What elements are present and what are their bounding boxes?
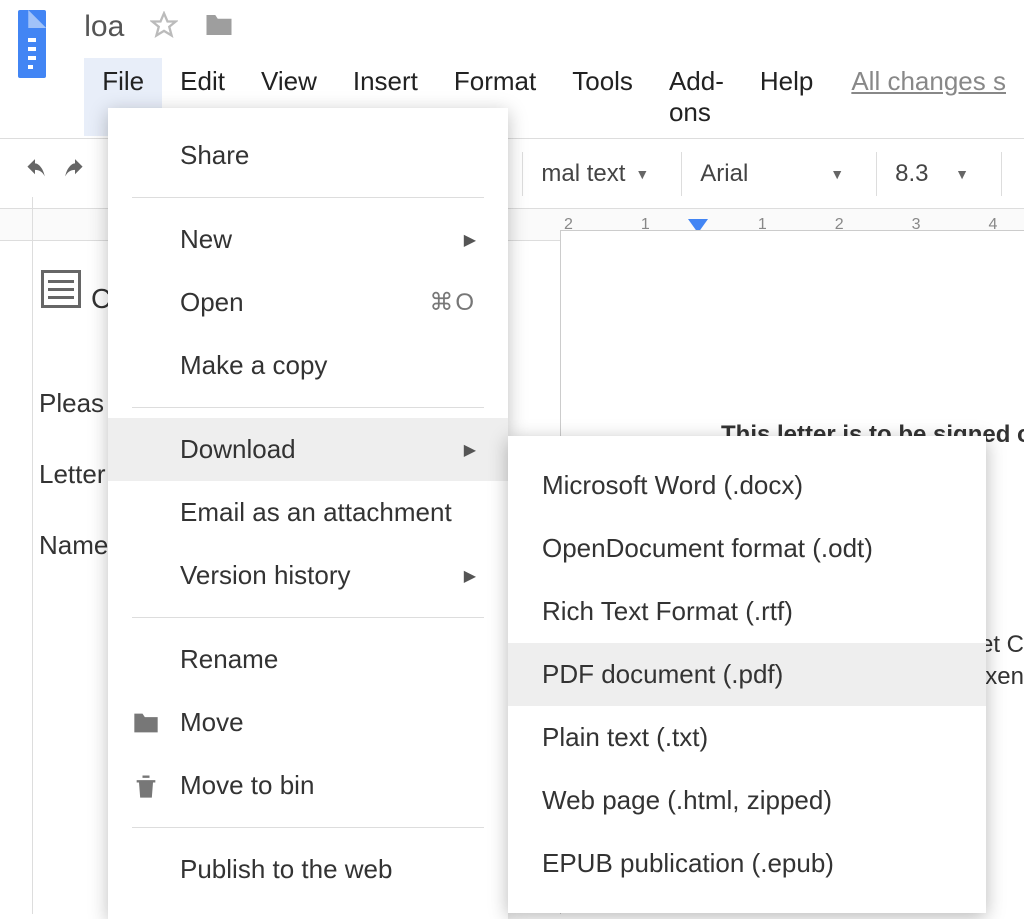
menu-item-new[interactable]: New ▶: [108, 208, 508, 271]
font-size-value: 8.3: [895, 160, 945, 188]
menu-label: Download: [180, 434, 296, 465]
outline-item[interactable]: Name: [39, 530, 113, 561]
submenu-item-rtf[interactable]: Rich Text Format (.rtf): [508, 580, 986, 643]
menu-item-email-attachment[interactable]: Email as an attachment: [108, 481, 508, 544]
submenu-item-docx[interactable]: Microsoft Word (.docx): [508, 454, 986, 517]
submenu-item-txt[interactable]: Plain text (.txt): [508, 706, 986, 769]
star-icon[interactable]: [150, 11, 178, 44]
menu-separator: [132, 197, 484, 198]
save-status[interactable]: All changes s: [851, 58, 1006, 136]
paragraph-style-value: mal text: [541, 160, 625, 188]
menu-label: Move: [180, 707, 244, 738]
shortcut-label: ⌘O: [429, 288, 476, 317]
caret-down-icon: ▼: [635, 166, 649, 182]
caret-down-icon: ▼: [955, 166, 969, 182]
menu-item-move-to-bin[interactable]: Move to bin: [108, 754, 508, 817]
menu-item-publish[interactable]: Publish to the web: [108, 838, 508, 901]
file-menu-dropdown: Share New ▶ Open ⌘O Make a copy Download…: [108, 108, 508, 919]
menu-label: Open: [180, 287, 244, 318]
menu-label: New: [180, 224, 232, 255]
menu-item-share[interactable]: Share: [108, 124, 508, 187]
menu-item-make-copy[interactable]: Make a copy: [108, 334, 508, 397]
menu-label: Version history: [180, 560, 351, 591]
vertical-ruler[interactable]: [0, 197, 33, 914]
submenu-arrow-icon: ▶: [464, 230, 476, 250]
outline-icon[interactable]: [41, 270, 81, 308]
submenu-arrow-icon: ▶: [464, 440, 476, 460]
outline-item[interactable]: Letter: [39, 459, 113, 490]
submenu-item-html[interactable]: Web page (.html, zipped): [508, 769, 986, 832]
menu-label: Share: [180, 140, 249, 171]
menu-tools[interactable]: Tools: [554, 58, 651, 136]
paragraph-style-select[interactable]: mal text ▼: [522, 152, 667, 196]
move-folder-icon[interactable]: [204, 12, 234, 43]
menu-separator: [132, 617, 484, 618]
document-title[interactable]: loa: [84, 10, 124, 44]
font-family-select[interactable]: Arial ▼: [681, 152, 862, 196]
submenu-arrow-icon: ▶: [464, 566, 476, 586]
menu-addons[interactable]: Add-ons: [651, 58, 742, 136]
trash-icon: [132, 772, 160, 800]
docs-logo-icon[interactable]: [18, 10, 46, 78]
menu-item-version-history[interactable]: Version history ▶: [108, 544, 508, 607]
caret-down-icon: ▼: [830, 166, 844, 182]
redo-button[interactable]: [62, 158, 88, 189]
submenu-item-odt[interactable]: OpenDocument format (.odt): [508, 517, 986, 580]
font-size-select[interactable]: 8.3 ▼: [876, 152, 987, 196]
menu-label: Rename: [180, 644, 278, 675]
menu-label: Email as an attachment: [180, 497, 452, 528]
font-family-value: Arial: [700, 160, 820, 188]
menu-separator: [132, 827, 484, 828]
folder-icon: [132, 709, 160, 737]
undo-button[interactable]: [22, 158, 48, 189]
outline-item[interactable]: Pleas: [39, 388, 113, 419]
menu-label: Make a copy: [180, 350, 327, 381]
download-submenu: Microsoft Word (.docx) OpenDocument form…: [508, 436, 986, 913]
menu-label: Move to bin: [180, 770, 314, 801]
menu-item-open[interactable]: Open ⌘O: [108, 271, 508, 334]
menu-item-move[interactable]: Move: [108, 691, 508, 754]
menu-label: Publish to the web: [180, 854, 392, 885]
menu-item-download[interactable]: Download ▶: [108, 418, 508, 481]
menu-item-rename[interactable]: Rename: [108, 628, 508, 691]
menu-help[interactable]: Help: [742, 58, 831, 136]
submenu-item-pdf[interactable]: PDF document (.pdf): [508, 643, 986, 706]
outline-panel: C Pleas Letter Name: [33, 230, 113, 601]
menu-separator: [132, 407, 484, 408]
submenu-item-epub[interactable]: EPUB publication (.epub): [508, 832, 986, 895]
